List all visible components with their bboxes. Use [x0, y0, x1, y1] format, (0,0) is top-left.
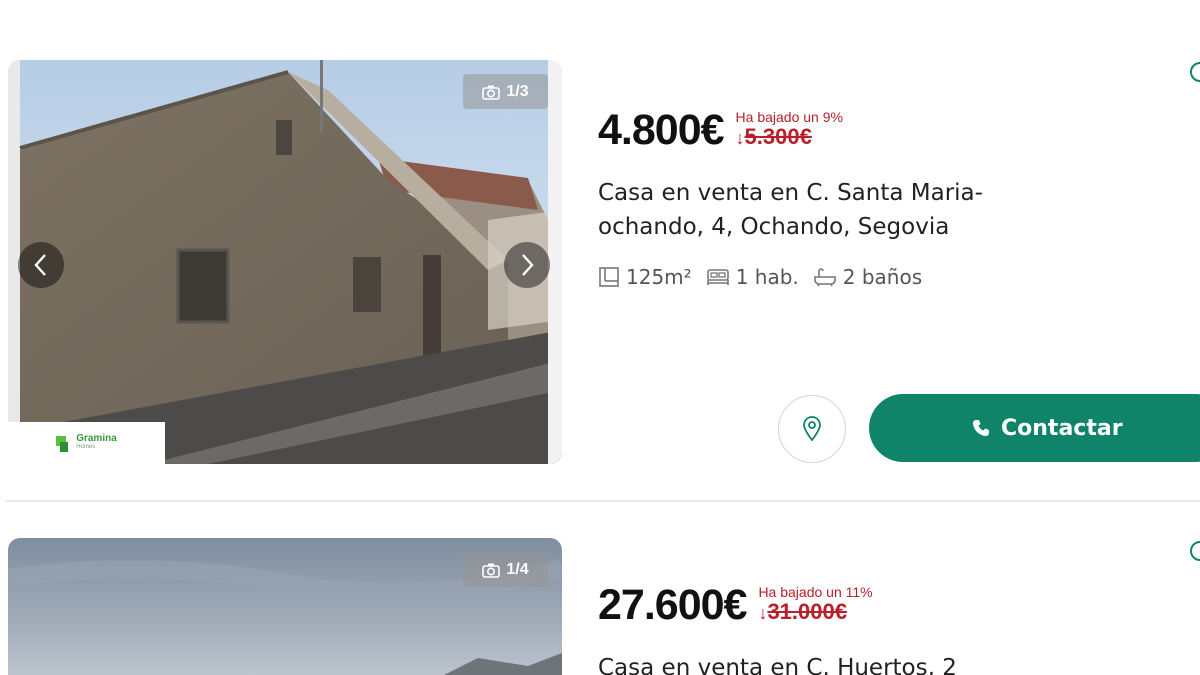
listing-photo[interactable]: 1/4	[8, 538, 562, 675]
contact-button[interactable]: Contactar	[869, 394, 1200, 462]
agency-logo-name: Gramina	[76, 433, 117, 444]
old-price: ↓5.300€	[736, 125, 843, 150]
price-drop-label: Ha bajado un 11%	[758, 584, 873, 600]
feature-area: 125m²	[598, 265, 692, 289]
feature-baths: 2 baños	[813, 265, 922, 289]
listing-title[interactable]: Casa en venta en C. Huertos, 2	[598, 651, 1038, 675]
listing-price: 27.600€	[598, 581, 747, 629]
listing-card[interactable]: 1/4 27.600€ Ha bajado un 11% ↓31.000€ Ca…	[0, 503, 1200, 675]
listing-features: 125m² 1 hab. 2 baños	[598, 265, 922, 289]
bed-icon	[706, 269, 729, 285]
old-price-value: 5.300€	[744, 124, 812, 149]
photo-counter: 1/4	[463, 552, 548, 587]
price-drop-label: Ha bajado un 9%	[735, 109, 843, 125]
feature-rooms: 1 hab.	[706, 265, 799, 289]
map-button[interactable]	[778, 395, 846, 463]
old-price: ↓31.000€	[758, 600, 872, 625]
feature-area-text: 125m²	[626, 265, 692, 289]
chevron-left-icon	[34, 254, 46, 276]
listing-title[interactable]: Casa en venta en C. Santa Maria-ochando,…	[598, 176, 1038, 244]
house-photo	[8, 60, 562, 464]
listing-photo[interactable]: 1/3 Gramina Homes	[8, 60, 562, 464]
favorite-button[interactable]	[1190, 541, 1200, 561]
feature-baths-text: 2 baños	[842, 265, 923, 289]
listing-card[interactable]: 1/3 Gramina Homes 4.800€ Ha bajado un 9%…	[0, 0, 1200, 500]
favorite-button[interactable]	[1190, 62, 1200, 82]
phone-icon	[973, 420, 989, 436]
down-arrow-icon: ↓	[735, 128, 745, 148]
floor-plan-icon	[599, 267, 619, 287]
listing-divider	[6, 500, 1200, 502]
listing-price: 4.800€	[598, 106, 725, 154]
next-photo-button[interactable]	[504, 242, 550, 288]
contact-button-label: Contactar	[1001, 415, 1123, 441]
price-row: 27.600€ Ha bajado un 11% ↓31.000€	[598, 581, 873, 629]
agency-logo-sub: Homes	[76, 444, 96, 450]
previous-photo-button[interactable]	[18, 242, 64, 288]
photo-counter-text: 1/4	[506, 560, 529, 578]
price-drop: Ha bajado un 9% ↓5.300€	[736, 109, 843, 150]
map-pin-icon	[803, 416, 821, 442]
price-row: 4.800€ Ha bajado un 9% ↓5.300€	[598, 106, 843, 154]
camera-icon	[482, 84, 501, 100]
photo-counter: 1/3	[463, 74, 548, 109]
chevron-right-icon	[522, 254, 534, 276]
gramina-logo-icon	[56, 436, 69, 452]
feature-rooms-text: 1 hab.	[735, 265, 799, 289]
camera-icon	[482, 562, 501, 578]
old-price-value: 31.000€	[767, 599, 847, 624]
photo-counter-text: 1/3	[506, 82, 529, 100]
agency-logo[interactable]: Gramina Homes	[8, 422, 165, 464]
price-drop: Ha bajado un 11% ↓31.000€	[758, 584, 872, 625]
bathtub-icon	[813, 268, 836, 287]
